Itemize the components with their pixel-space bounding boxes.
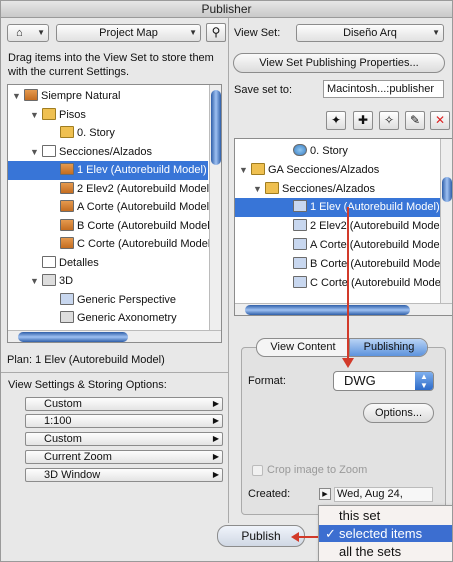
annotation-arrows bbox=[291, 207, 354, 542]
publish-menu: this set ✓ selected items all the sets bbox=[318, 505, 453, 562]
menu-item-all-sets[interactable]: all the sets bbox=[319, 543, 452, 560]
menu-item-this-set[interactable]: this set bbox=[319, 507, 452, 524]
checkmark-icon: ✓ bbox=[325, 526, 336, 541]
menu-item-selected-items[interactable]: ✓ selected items bbox=[319, 525, 452, 542]
publisher-window: Publisher ⌂ ▼ Project Map ▼ ⚲ Drag items i… bbox=[0, 0, 453, 562]
